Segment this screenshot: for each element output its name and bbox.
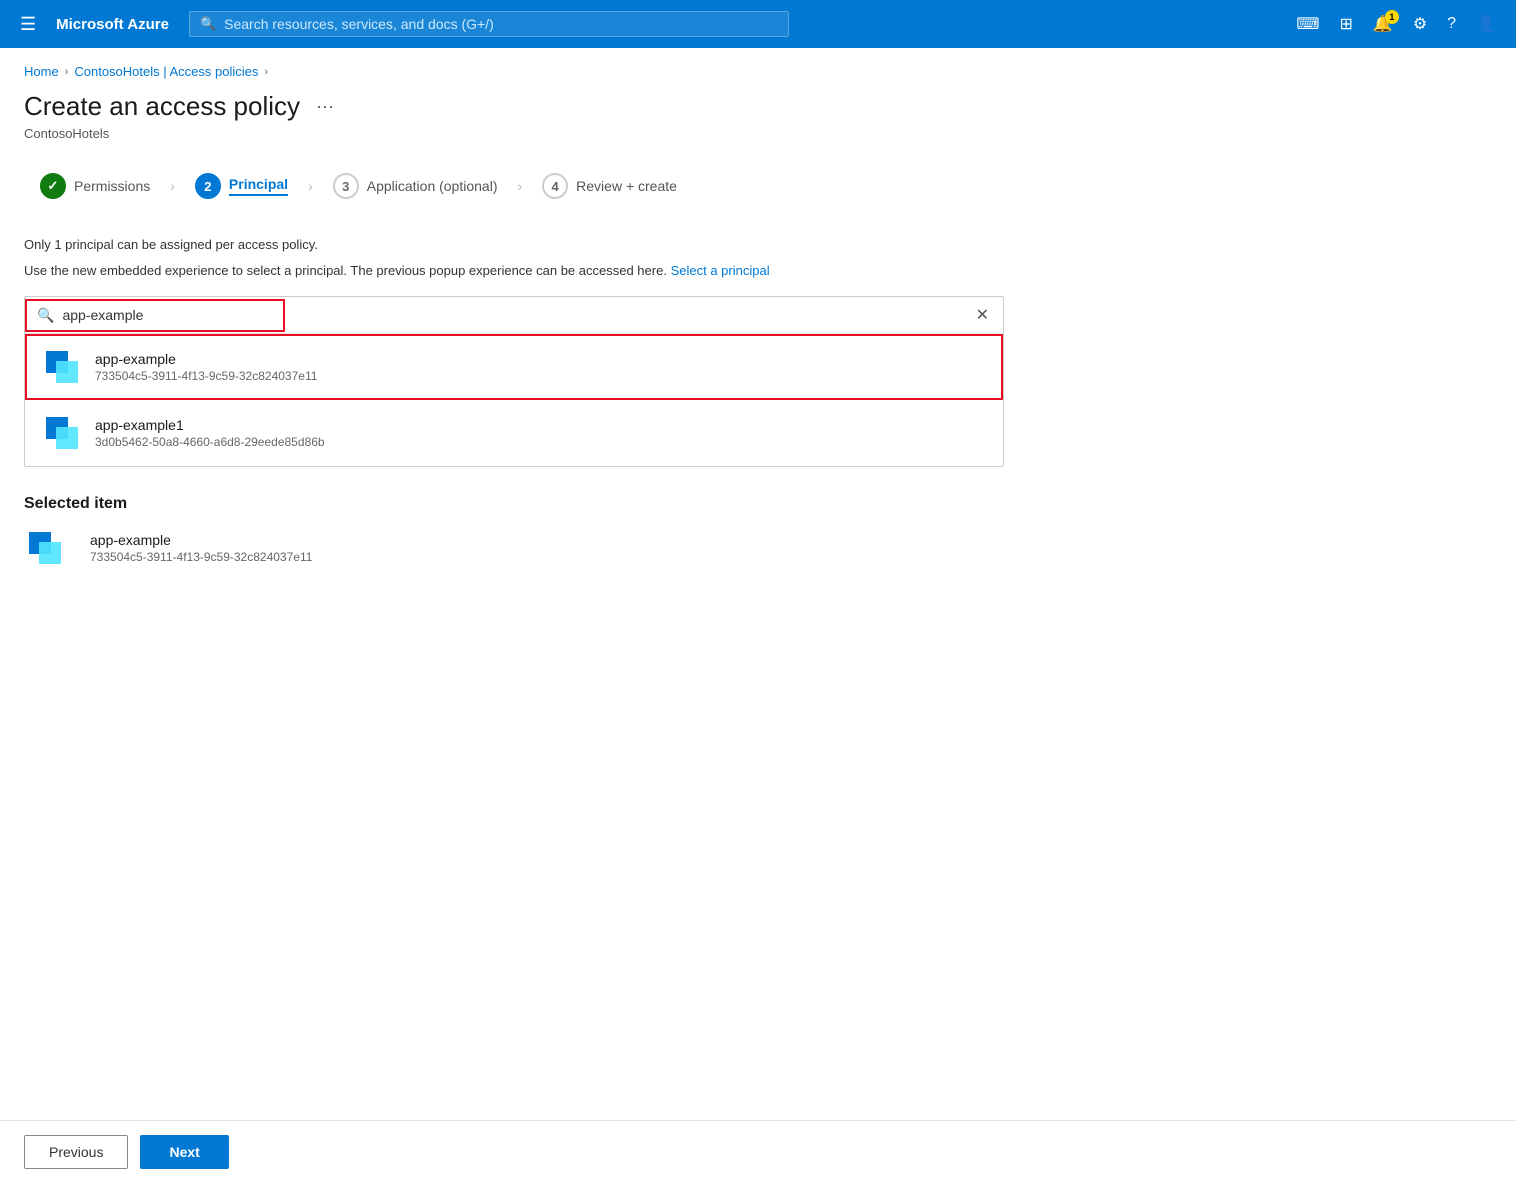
wizard-step-principal[interactable]: 2 Principal bbox=[179, 165, 304, 207]
selected-item-row: app-example 733504c5-3911-4f13-9c59-32c8… bbox=[24, 527, 1176, 569]
step-label-application: Application (optional) bbox=[367, 178, 498, 194]
wizard-step-review[interactable]: 4 Review + create bbox=[526, 165, 693, 207]
selected-app-icon-svg bbox=[24, 527, 66, 569]
account-icon: 👤 bbox=[1476, 16, 1496, 33]
results-header: 🔍 ✕ bbox=[25, 297, 1003, 334]
clear-search-button[interactable]: ✕ bbox=[962, 297, 1003, 333]
selected-section-title: Selected item bbox=[24, 495, 1176, 513]
step-circle-application: 3 bbox=[333, 173, 359, 199]
wizard-steps: ✓ Permissions › 2 Principal › 3 Applicat… bbox=[24, 165, 1176, 207]
breadcrumb: Home › ContosoHotels | Access policies › bbox=[24, 64, 1176, 79]
settings-button[interactable]: ⚙ bbox=[1405, 8, 1435, 40]
result-item-id-1: 3d0b5462-50a8-4660-a6d8-29eede85d86b bbox=[95, 435, 325, 449]
principal-search-icon: 🔍 bbox=[37, 307, 54, 324]
hamburger-icon: ☰ bbox=[20, 14, 36, 34]
ellipsis-menu-button[interactable]: ··· bbox=[310, 94, 340, 119]
search-icon: 🔍 bbox=[200, 16, 216, 32]
info-line1: Only 1 principal can be assigned per acc… bbox=[24, 235, 1176, 255]
terminal-icon-button[interactable]: ⌨ bbox=[1288, 8, 1327, 40]
step-circle-review: 4 bbox=[542, 173, 568, 199]
step-circle-principal: 2 bbox=[195, 173, 221, 199]
step-separator-1: › bbox=[166, 178, 179, 194]
page-title: Create an access policy bbox=[24, 91, 300, 122]
next-button[interactable]: Next bbox=[140, 1135, 228, 1169]
select-principal-link[interactable]: Select a principal bbox=[671, 263, 770, 278]
top-navigation: ☰ Microsoft Azure 🔍 ⌨ ⊞ 🔔 1 ⚙ ? 👤 bbox=[0, 0, 1516, 48]
result-item-name-1: app-example1 bbox=[95, 417, 325, 433]
wizard-step-permissions[interactable]: ✓ Permissions bbox=[24, 165, 166, 207]
app-icon-1 bbox=[41, 412, 83, 454]
info-line2: Use the new embedded experience to selec… bbox=[24, 261, 1176, 281]
app-icon-svg-1 bbox=[41, 412, 83, 454]
account-button[interactable]: 👤 bbox=[1468, 8, 1504, 40]
nav-icons-group: ⌨ ⊞ 🔔 1 ⚙ ? 👤 bbox=[1288, 8, 1504, 40]
step-label-permissions: Permissions bbox=[74, 178, 150, 194]
help-button[interactable]: ? bbox=[1439, 9, 1464, 39]
app-icon-svg-0 bbox=[41, 346, 83, 388]
step-separator-3: › bbox=[513, 178, 526, 194]
selected-item-id: 733504c5-3911-4f13-9c59-32c824037e11 bbox=[90, 550, 312, 564]
result-item-1[interactable]: app-example1 3d0b5462-50a8-4660-a6d8-29e… bbox=[25, 400, 1003, 466]
result-item-id-0: 733504c5-3911-4f13-9c59-32c824037e11 bbox=[95, 369, 317, 383]
breadcrumb-separator-1: › bbox=[65, 66, 69, 78]
result-item-0[interactable]: app-example 733504c5-3911-4f13-9c59-32c8… bbox=[25, 334, 1003, 400]
breadcrumb-parent[interactable]: ContosoHotels | Access policies bbox=[74, 64, 258, 79]
wizard-step-application[interactable]: 3 Application (optional) bbox=[317, 165, 514, 207]
help-icon: ? bbox=[1447, 15, 1456, 32]
gear-icon: ⚙ bbox=[1413, 16, 1427, 33]
selected-item-name: app-example bbox=[90, 532, 312, 548]
page-subtitle: ContosoHotels bbox=[24, 126, 1176, 141]
page-title-row: Create an access policy ··· bbox=[24, 91, 1176, 122]
step-label-principal: Principal bbox=[229, 176, 288, 196]
terminal-icon: ⌨ bbox=[1296, 16, 1319, 33]
previous-button[interactable]: Previous bbox=[24, 1135, 128, 1169]
step-label-review: Review + create bbox=[576, 178, 677, 194]
result-item-info-0: app-example 733504c5-3911-4f13-9c59-32c8… bbox=[95, 351, 317, 383]
results-container: 🔍 ✕ app-example 733504c5-3911-4f13-9c59-… bbox=[24, 296, 1004, 467]
selected-section: Selected item app-example 733504c5-3911-… bbox=[24, 495, 1176, 569]
hamburger-menu-button[interactable]: ☰ bbox=[12, 8, 44, 41]
directory-icon: ⊞ bbox=[1340, 16, 1353, 33]
principal-search-area: 🔍 bbox=[25, 299, 285, 332]
search-container: 🔍 ✕ app-example 733504c5-3911-4f13-9c59-… bbox=[24, 296, 1176, 467]
breadcrumb-home[interactable]: Home bbox=[24, 64, 59, 79]
result-item-name-0: app-example bbox=[95, 351, 317, 367]
principal-search-input[interactable] bbox=[62, 307, 273, 323]
selected-app-icon bbox=[24, 527, 66, 569]
azure-logo: Microsoft Azure bbox=[56, 16, 169, 33]
bottom-action-bar: Previous Next bbox=[0, 1120, 1516, 1183]
global-search-bar: 🔍 bbox=[189, 11, 789, 37]
page-content: Home › ContosoHotels | Access policies ›… bbox=[0, 48, 1200, 585]
breadcrumb-separator-2: › bbox=[264, 66, 268, 78]
result-item-info-1: app-example1 3d0b5462-50a8-4660-a6d8-29e… bbox=[95, 417, 325, 449]
step-separator-2: › bbox=[304, 178, 317, 194]
notifications-button[interactable]: 🔔 1 bbox=[1365, 8, 1401, 40]
directory-icon-button[interactable]: ⊞ bbox=[1332, 8, 1361, 40]
app-icon-0 bbox=[41, 346, 83, 388]
global-search-input[interactable] bbox=[224, 16, 778, 32]
step-circle-permissions: ✓ bbox=[40, 173, 66, 199]
selected-item-info: app-example 733504c5-3911-4f13-9c59-32c8… bbox=[90, 532, 312, 564]
notification-badge: 1 bbox=[1385, 10, 1399, 24]
